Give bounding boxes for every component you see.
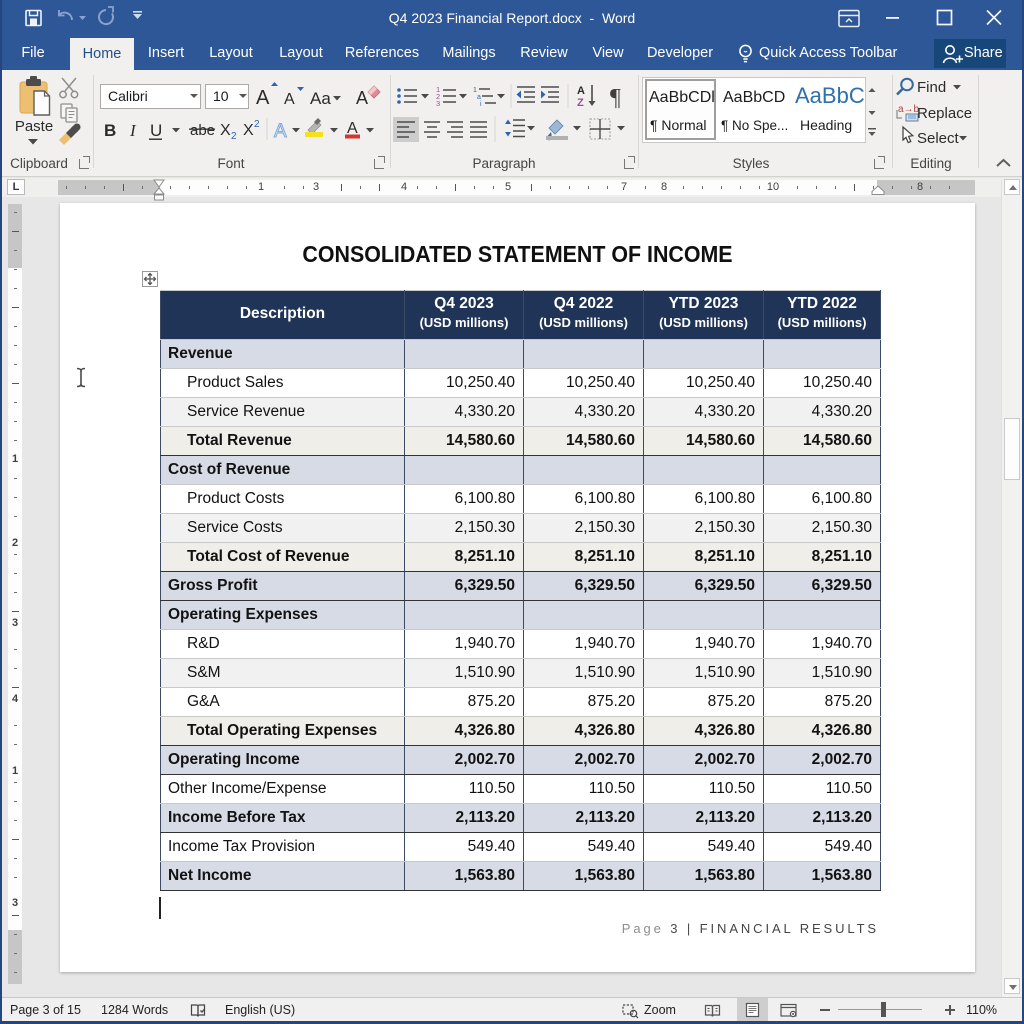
svg-text:I: I [129, 121, 137, 140]
svg-text:U: U [150, 121, 162, 140]
svg-text:2: 2 [254, 119, 260, 130]
svg-text:X: X [220, 122, 231, 139]
svg-text:A: A [274, 121, 287, 142]
svg-text:A: A [347, 120, 358, 137]
svg-text:¶: ¶ [610, 85, 621, 111]
svg-text:B: B [104, 121, 116, 140]
svg-text:A: A [356, 88, 368, 108]
svg-text:2: 2 [231, 131, 237, 142]
svg-text:Z: Z [577, 97, 584, 109]
svg-text:3: 3 [436, 99, 440, 108]
svg-text:a: a [477, 94, 481, 101]
svg-text:A: A [284, 91, 295, 108]
svg-text:1: 1 [473, 87, 477, 94]
svg-text:abe: abe [190, 122, 215, 139]
svg-text:A: A [256, 87, 270, 109]
svg-text:Aa: Aa [310, 89, 331, 108]
svg-text:X: X [243, 122, 254, 139]
svg-text:A: A [577, 85, 585, 97]
svg-text:i: i [480, 101, 482, 108]
